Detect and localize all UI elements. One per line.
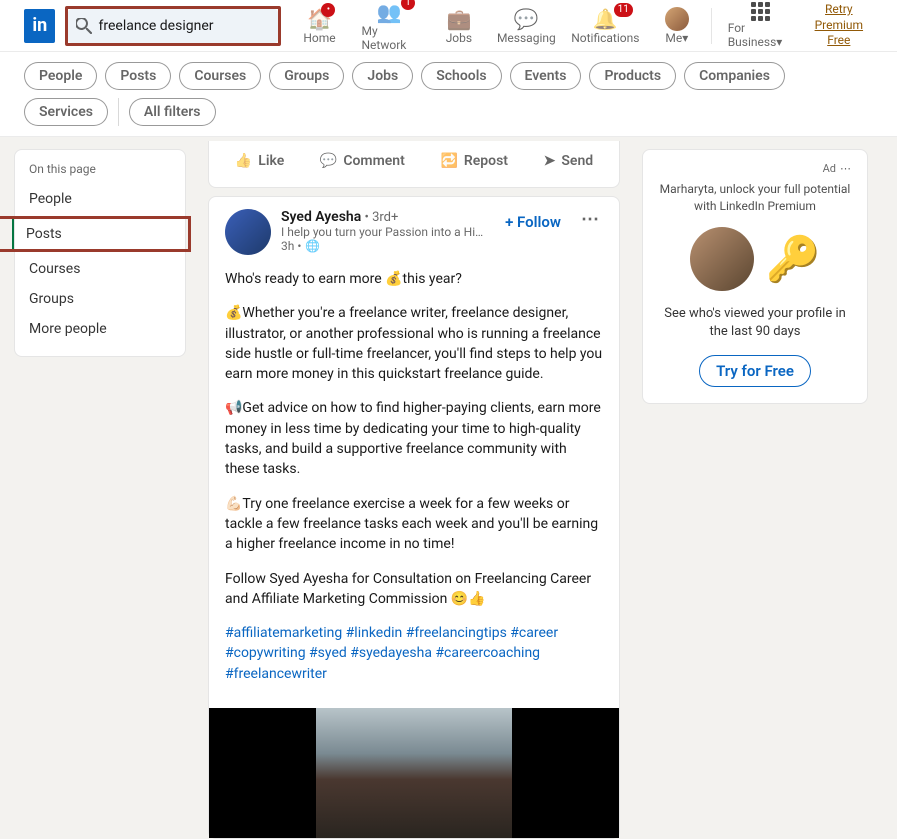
nav-business-label: For Business xyxy=(728,21,777,49)
nav-jobs-label: Jobs xyxy=(446,31,472,45)
jobs-icon: 💼 xyxy=(447,7,471,31)
sidebar-highlight: Posts xyxy=(0,216,191,252)
like-icon: 👍 xyxy=(235,153,252,169)
right-rail: Ad ⋯ Marharyta, unlock your full potenti… xyxy=(642,149,868,839)
sidebar-item-posts[interactable]: Posts xyxy=(12,219,188,249)
post-time: 3h • 🌐 xyxy=(281,239,489,253)
nav-notifications-label: Notifications xyxy=(571,31,639,45)
sidebar-item-more-people[interactable]: More people xyxy=(15,314,185,344)
filter-products[interactable]: Products xyxy=(589,62,676,90)
globe-icon: 🌐 xyxy=(305,239,320,253)
linkedin-logo[interactable]: in xyxy=(24,9,55,43)
me-avatar xyxy=(665,7,689,31)
like-button[interactable]: 👍Like xyxy=(225,145,294,177)
post-line: 📢Get advice on how to find higher-paying… xyxy=(225,398,603,479)
nav-me-label: Me xyxy=(665,31,682,45)
filter-people[interactable]: People xyxy=(24,62,97,90)
retry-premium-link[interactable]: Retry PremiumFree xyxy=(805,2,873,49)
notifications-badge: 11 xyxy=(614,3,633,17)
filter-bar: People Posts Courses Groups Jobs Schools… xyxy=(0,52,897,137)
nav-jobs[interactable]: 💼 Jobs xyxy=(429,7,489,45)
apps-icon xyxy=(751,2,770,21)
ad-card: Ad ⋯ Marharyta, unlock your full potenti… xyxy=(642,149,868,404)
post-degree: • 3rd+ xyxy=(361,210,398,225)
nav-notifications[interactable]: 🔔 11 Notifications xyxy=(564,7,647,45)
post-line: 💰Whether you're a freelance writer, free… xyxy=(225,303,603,384)
filter-jobs[interactable]: Jobs xyxy=(352,62,413,90)
filter-courses[interactable]: Courses xyxy=(179,62,261,90)
ad-avatar xyxy=(690,227,754,291)
filter-divider xyxy=(118,98,119,126)
post-headline: I help you turn your Passion into a High… xyxy=(281,225,489,239)
sidebar: On this page People Posts Courses Groups… xyxy=(14,149,186,357)
ad-label: Ad ⋯ xyxy=(659,162,851,175)
post-line: 💪🏻Try one freelance exercise a week for … xyxy=(225,494,603,555)
filter-services[interactable]: Services xyxy=(24,98,108,126)
nav-home[interactable]: 🏠 • Home xyxy=(289,7,349,45)
nav-divider xyxy=(711,8,712,44)
filter-all[interactable]: All filters xyxy=(129,98,216,126)
nav-network-label: My Network xyxy=(361,24,416,52)
network-badge: 1 xyxy=(401,0,415,10)
post-author[interactable]: Syed Ayesha xyxy=(281,209,361,225)
post-image[interactable] xyxy=(209,708,619,838)
search-highlight xyxy=(65,6,281,46)
feed: 👍Like 💬Comment 🔁Repost ➤Send Syed Ayesha… xyxy=(208,141,620,839)
search-box[interactable] xyxy=(68,9,278,43)
search-icon xyxy=(76,18,92,34)
follow-button[interactable]: + Follow xyxy=(499,209,567,255)
nav-network[interactable]: 👥 1 My Network xyxy=(349,0,428,52)
network-icon: 👥 xyxy=(377,0,401,24)
sidebar-item-people[interactable]: People xyxy=(15,184,185,214)
ad-text: See who's viewed your profile in the las… xyxy=(659,305,851,341)
comment-icon: 💬 xyxy=(320,153,337,169)
nav-business[interactable]: For Business▾ xyxy=(716,2,805,49)
comment-button[interactable]: 💬Comment xyxy=(310,145,415,177)
post-line: Follow Syed Ayesha for Consultation on F… xyxy=(225,569,603,610)
nav-home-label: Home xyxy=(303,31,335,45)
post-avatar[interactable] xyxy=(225,209,271,255)
post-overflow-button[interactable]: ⋯ xyxy=(577,209,603,255)
ad-cta-button[interactable]: Try for Free xyxy=(699,355,811,387)
sidebar-item-groups[interactable]: Groups xyxy=(15,284,185,314)
nav-me[interactable]: Me▾ xyxy=(647,7,707,45)
filter-companies[interactable]: Companies xyxy=(684,62,785,90)
send-button[interactable]: ➤Send xyxy=(534,145,604,177)
post-card: Syed Ayesha • 3rd+ I help you turn your … xyxy=(208,196,620,839)
nav-messaging-label: Messaging xyxy=(497,31,556,45)
repost-button[interactable]: 🔁Repost xyxy=(430,145,518,177)
home-badge: • xyxy=(321,3,335,17)
filter-schools[interactable]: Schools xyxy=(421,62,501,90)
send-icon: ➤ xyxy=(544,153,556,169)
nav-messaging[interactable]: 💬 Messaging xyxy=(489,7,564,45)
sidebar-title: On this page xyxy=(15,162,185,184)
filter-events[interactable]: Events xyxy=(510,62,582,90)
search-input[interactable] xyxy=(98,18,270,34)
messaging-icon: 💬 xyxy=(514,7,538,31)
post-hashtags[interactable]: #affiliatemarketing #linkedin #freelanci… xyxy=(225,623,603,684)
filter-posts[interactable]: Posts xyxy=(105,62,171,90)
key-icon: 🔑 xyxy=(766,233,821,285)
ad-headline: Marharyta, unlock your full potential wi… xyxy=(659,181,851,215)
sidebar-item-courses[interactable]: Courses xyxy=(15,254,185,284)
filter-groups[interactable]: Groups xyxy=(269,62,344,90)
prev-post-actions: 👍Like 💬Comment 🔁Repost ➤Send xyxy=(208,141,620,188)
post-line: Who's ready to earn more 💰this year? xyxy=(225,269,603,289)
ad-overflow[interactable]: ⋯ xyxy=(840,162,851,175)
post-body: Who's ready to earn more 💰this year? 💰Wh… xyxy=(209,259,619,708)
repost-icon: 🔁 xyxy=(440,153,457,169)
